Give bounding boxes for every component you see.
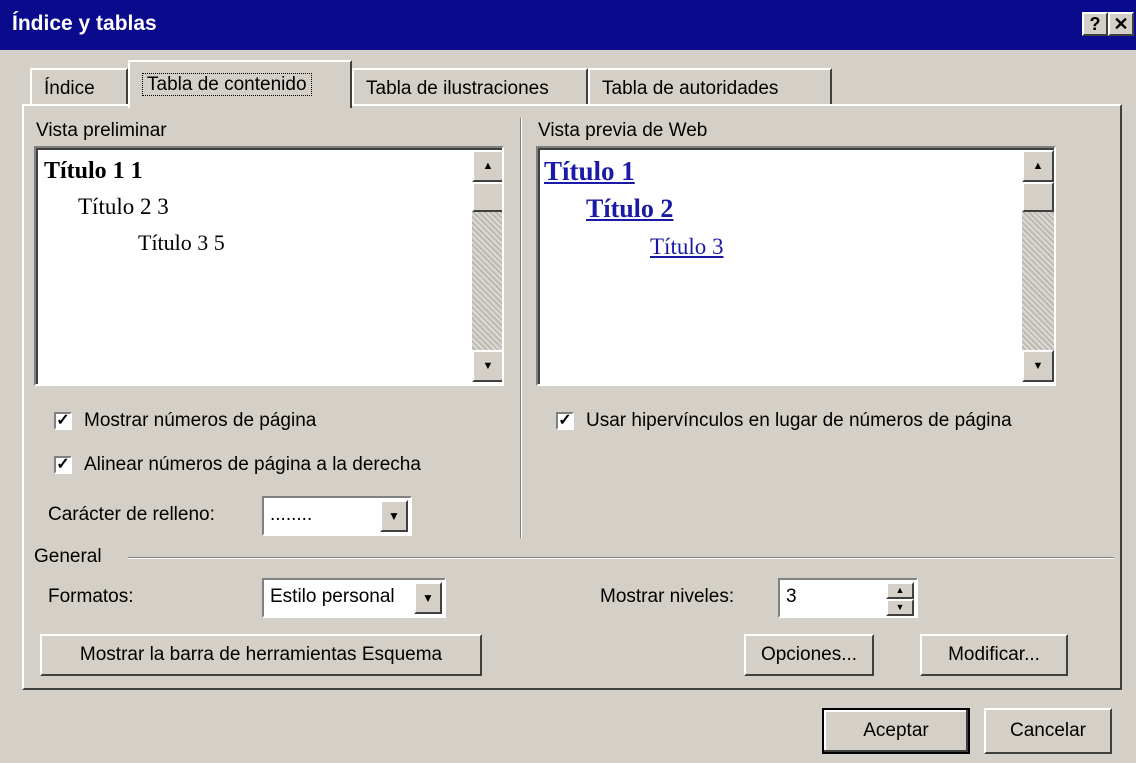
scroll-up-arrow-icon[interactable]: ▲ [1022,150,1054,182]
web-preview-box: Título 1 Título 2 Título 3 ▲ ▼ [536,146,1056,386]
formats-value: Estilo personal [270,586,395,607]
tab-indice[interactable]: Índice [30,68,128,106]
tab-label: Tabla de contenido [142,73,312,96]
help-button[interactable]: ? [1082,12,1108,36]
show-page-numbers-label[interactable]: Mostrar números de página [84,410,316,432]
align-right-label[interactable]: Alinear números de página a la derecha [84,454,421,476]
modify-button[interactable]: Modificar... [920,634,1068,676]
vertical-divider-highlight [521,118,522,538]
levels-value[interactable]: 3 [786,586,797,608]
align-right-checkbox[interactable]: ✓ [54,456,72,474]
window-title: Índice y tablas [12,12,157,35]
ok-button[interactable]: Aceptar [822,708,970,754]
scroll-thumb[interactable] [472,182,502,212]
tab-leader-select[interactable]: ........ ▼ [262,496,412,536]
web-preview-label: Vista previa de Web [538,120,708,141]
chevron-down-icon[interactable]: ▼ [414,582,442,614]
use-hyperlinks-checkbox[interactable]: ✓ [556,412,574,430]
cancel-button[interactable]: Cancelar [984,708,1112,754]
spin-down-arrow-icon[interactable]: ▼ [886,599,914,616]
chevron-down-icon[interactable]: ▼ [380,500,408,532]
print-preview-box: Título 1 1 Título 2 3 Título 3 5 ▲ ▼ [34,146,504,386]
scroll-thumb[interactable] [1022,182,1054,212]
web-preview-scrollbar[interactable]: ▲ ▼ [1022,150,1054,382]
scroll-up-arrow-icon[interactable]: ▲ [472,150,502,182]
preview-heading-1: Título 1 1 [44,158,143,184]
preview-heading-2: Título 2 3 [78,194,169,219]
tab-tabla-de-autoridades[interactable]: Tabla de autoridades [588,68,832,106]
tab-tabla-de-contenido[interactable]: Tabla de contenido [128,60,352,108]
tab-label: Tabla de autoridades [602,78,779,99]
scroll-down-arrow-icon[interactable]: ▼ [1022,350,1054,382]
print-preview-scrollbar[interactable]: ▲ ▼ [472,150,502,382]
web-heading-3-link[interactable]: Título 3 [650,234,723,260]
tab-tabla-de-ilustraciones[interactable]: Tabla de ilustraciones [352,68,588,106]
close-button[interactable]: ✕ [1108,12,1134,36]
scroll-down-arrow-icon[interactable]: ▼ [472,350,502,382]
preview-heading-3: Título 3 5 [138,230,225,255]
web-heading-1-link[interactable]: Título 1 [544,156,635,187]
tab-label: Tabla de ilustraciones [366,78,549,99]
formats-label: Formatos: [48,586,134,607]
title-bar[interactable] [0,0,1136,50]
print-preview-label: Vista preliminar [36,120,167,141]
formats-select[interactable]: Estilo personal ▼ [262,578,446,618]
general-divider-highlight [128,558,1114,559]
general-group-label: General [34,546,102,567]
spin-up-arrow-icon[interactable]: ▲ [886,582,914,599]
use-hyperlinks-label[interactable]: Usar hipervínculos en lugar de números d… [586,410,1012,432]
tab-label: Índice [44,78,95,99]
options-button[interactable]: Opciones... [744,634,874,676]
levels-spinner[interactable]: 3 ▲ ▼ [778,578,918,618]
tab-leader-label: Carácter de relleno: [48,504,215,525]
show-outline-toolbar-button[interactable]: Mostrar la barra de herramientas Esquema [40,634,482,676]
show-page-numbers-checkbox[interactable]: ✓ [54,412,72,430]
web-heading-2-link[interactable]: Título 2 [586,194,673,224]
tab-leader-value: ........ [270,504,313,525]
levels-label: Mostrar niveles: [600,586,735,607]
